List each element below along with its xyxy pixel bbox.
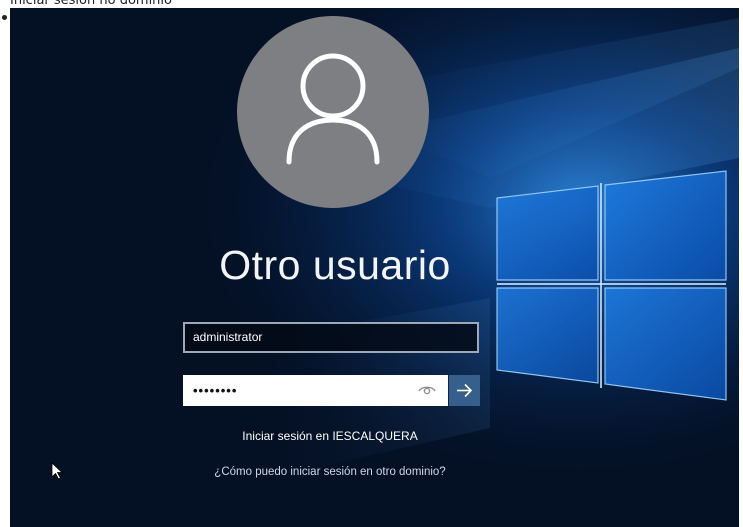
eye-icon[interactable] — [418, 383, 436, 397]
login-screen: Otro usuario administrator •••••••• Inic… — [10, 8, 739, 527]
submit-button[interactable] — [449, 375, 480, 406]
password-field[interactable]: •••••••• — [183, 375, 448, 406]
bullet-marker — [2, 15, 7, 20]
mouse-pointer-icon — [51, 462, 63, 480]
page-caption: Iniciar sesión no dominio — [10, 0, 172, 8]
user-silhouette-icon — [286, 53, 380, 165]
arrow-right-icon — [457, 383, 473, 398]
other-domain-link[interactable]: ¿Cómo puedo iniciar sesión en otro domin… — [190, 464, 470, 480]
password-masked-value: •••••••• — [193, 383, 238, 398]
user-display-name: Otro usuario — [219, 242, 451, 288]
sign-in-domain-label: Iniciar sesión en IESCALQUERA — [242, 429, 418, 443]
user-avatar — [237, 16, 429, 208]
username-field[interactable]: administrator — [183, 322, 479, 353]
